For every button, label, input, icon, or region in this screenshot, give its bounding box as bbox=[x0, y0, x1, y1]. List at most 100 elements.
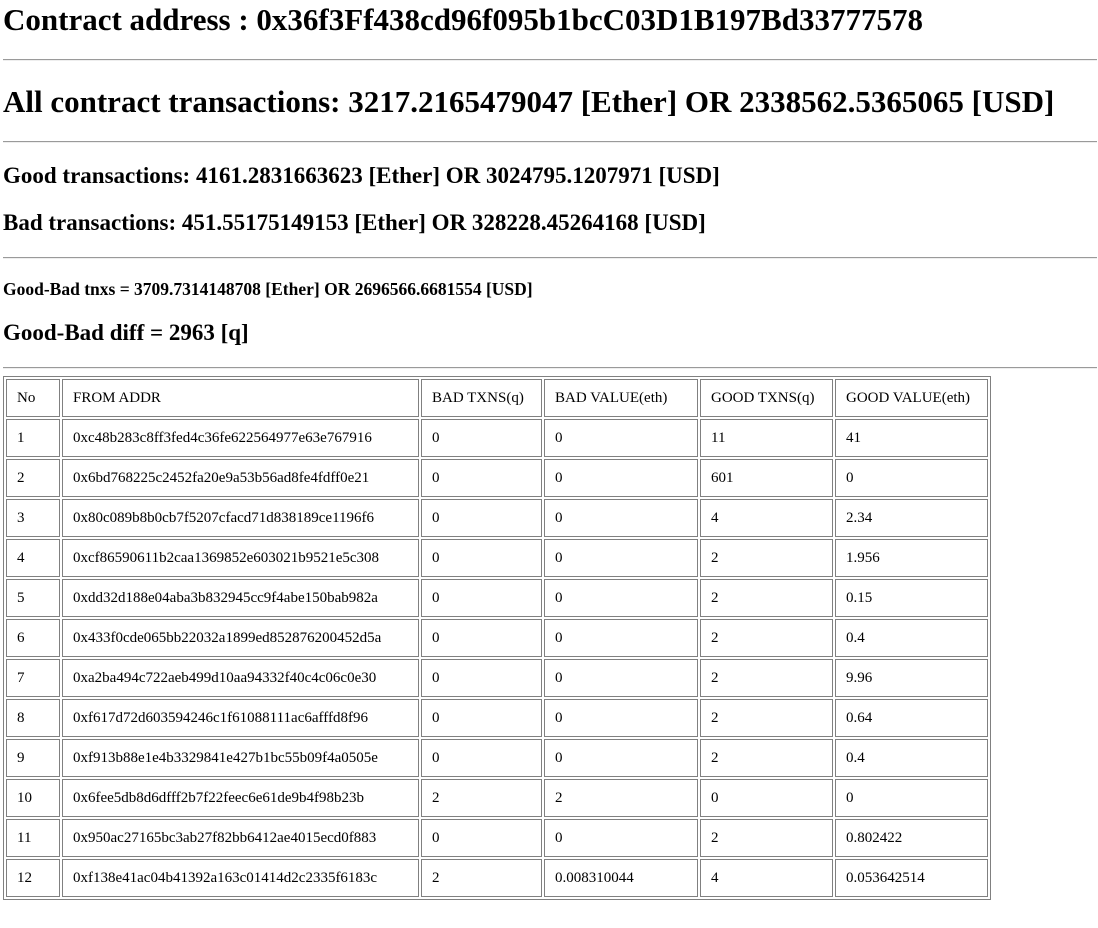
all-transactions-heading: All contract transactions: 3217.21654790… bbox=[3, 84, 1055, 119]
cell-good-txns: 2 bbox=[700, 619, 833, 657]
cell-good-value: 0.053642514 bbox=[835, 859, 988, 897]
table-row: 10 0x6fee5db8d6dfff2b7f22feec6e61de9b4f9… bbox=[6, 779, 988, 817]
table-row: 11 0x950ac27165bc3ab27f82bb6412ae4015ecd… bbox=[6, 819, 988, 857]
cell-bad-txns: 0 bbox=[421, 819, 542, 857]
cell-good-txns: 2 bbox=[700, 699, 833, 737]
cell-good-value: 0.4 bbox=[835, 619, 988, 657]
table-header-row: No FROM ADDR BAD TXNS(q) BAD VALUE(eth) … bbox=[6, 379, 988, 417]
cell-from-addr: 0xa2ba494c722aeb499d10aa94332f40c4c06c0e… bbox=[62, 659, 419, 697]
transactions-table: No FROM ADDR BAD TXNS(q) BAD VALUE(eth) … bbox=[3, 376, 991, 900]
column-header-from-addr: FROM ADDR bbox=[62, 379, 419, 417]
cell-no: 6 bbox=[6, 619, 60, 657]
bad-transactions-heading: Bad transactions: 451.55175149153 [Ether… bbox=[3, 210, 706, 235]
table-body: 1 0xc48b283c8ff3fed4c36fe622564977e63e76… bbox=[6, 419, 988, 897]
cell-bad-value: 0 bbox=[544, 499, 698, 537]
cell-from-addr: 0x950ac27165bc3ab27f82bb6412ae4015ecd0f8… bbox=[62, 819, 419, 857]
contract-address-heading: Contract address : 0x36f3Ff438cd96f095b1… bbox=[3, 2, 923, 37]
cell-good-value: 0.802422 bbox=[835, 819, 988, 857]
divider bbox=[3, 59, 1097, 61]
cell-no: 8 bbox=[6, 699, 60, 737]
cell-bad-txns: 2 bbox=[421, 859, 542, 897]
table-row: 8 0xf617d72d603594246c1f61088111ac6afffd… bbox=[6, 699, 988, 737]
cell-good-txns: 0 bbox=[700, 779, 833, 817]
table-row: 1 0xc48b283c8ff3fed4c36fe622564977e63e76… bbox=[6, 419, 988, 457]
cell-bad-txns: 0 bbox=[421, 579, 542, 617]
column-header-bad-value: BAD VALUE(eth) bbox=[544, 379, 698, 417]
cell-bad-txns: 0 bbox=[421, 659, 542, 697]
cell-bad-txns: 0 bbox=[421, 459, 542, 497]
cell-from-addr: 0x80c089b8b0cb7f5207cfacd71d838189ce1196… bbox=[62, 499, 419, 537]
cell-from-addr: 0xf617d72d603594246c1f61088111ac6afffd8f… bbox=[62, 699, 419, 737]
cell-good-value: 0 bbox=[835, 779, 988, 817]
cell-bad-txns: 0 bbox=[421, 619, 542, 657]
cell-bad-value: 0.008310044 bbox=[544, 859, 698, 897]
cell-good-value: 9.96 bbox=[835, 659, 988, 697]
cell-good-value: 2.34 bbox=[835, 499, 988, 537]
cell-no: 2 bbox=[6, 459, 60, 497]
page: Contract address : 0x36f3Ff438cd96f095b1… bbox=[0, 0, 1098, 928]
cell-bad-txns: 0 bbox=[421, 739, 542, 777]
cell-bad-value: 0 bbox=[544, 459, 698, 497]
cell-good-txns: 4 bbox=[700, 859, 833, 897]
good-bad-tnxs-heading: Good-Bad tnxs = 3709.7314148708 [Ether] … bbox=[3, 279, 533, 299]
table-row: 6 0x433f0cde065bb22032a1899ed85287620045… bbox=[6, 619, 988, 657]
cell-bad-txns: 0 bbox=[421, 699, 542, 737]
cell-no: 7 bbox=[6, 659, 60, 697]
cell-good-value: 0 bbox=[835, 459, 988, 497]
table-row: 3 0x80c089b8b0cb7f5207cfacd71d838189ce11… bbox=[6, 499, 988, 537]
table-row: 2 0x6bd768225c2452fa20e9a53b56ad8fe4fdff… bbox=[6, 459, 988, 497]
cell-bad-value: 0 bbox=[544, 659, 698, 697]
cell-no: 3 bbox=[6, 499, 60, 537]
cell-from-addr: 0x6bd768225c2452fa20e9a53b56ad8fe4fdff0e… bbox=[62, 459, 419, 497]
cell-bad-value: 0 bbox=[544, 579, 698, 617]
table-row: 4 0xcf86590611b2caa1369852e603021b9521e5… bbox=[6, 539, 988, 577]
cell-bad-value: 0 bbox=[544, 819, 698, 857]
divider bbox=[3, 367, 1097, 369]
cell-no: 11 bbox=[6, 819, 60, 857]
good-transactions-heading: Good transactions: 4161.2831663623 [Ethe… bbox=[3, 163, 720, 188]
cell-good-txns: 2 bbox=[700, 539, 833, 577]
divider bbox=[3, 141, 1097, 143]
cell-good-value: 41 bbox=[835, 419, 988, 457]
cell-from-addr: 0xc48b283c8ff3fed4c36fe622564977e63e7679… bbox=[62, 419, 419, 457]
cell-good-value: 0.15 bbox=[835, 579, 988, 617]
divider bbox=[3, 257, 1097, 259]
cell-good-txns: 11 bbox=[700, 419, 833, 457]
cell-no: 12 bbox=[6, 859, 60, 897]
cell-bad-value: 0 bbox=[544, 539, 698, 577]
cell-good-txns: 601 bbox=[700, 459, 833, 497]
cell-good-txns: 2 bbox=[700, 819, 833, 857]
table-row: 5 0xdd32d188e04aba3b832945cc9f4abe150bab… bbox=[6, 579, 988, 617]
cell-from-addr: 0xf138e41ac04b41392a163c01414d2c2335f618… bbox=[62, 859, 419, 897]
cell-good-value: 0.4 bbox=[835, 739, 988, 777]
cell-bad-txns: 0 bbox=[421, 539, 542, 577]
cell-good-txns: 2 bbox=[700, 579, 833, 617]
cell-bad-value: 0 bbox=[544, 619, 698, 657]
cell-from-addr: 0xcf86590611b2caa1369852e603021b9521e5c3… bbox=[62, 539, 419, 577]
cell-bad-txns: 0 bbox=[421, 419, 542, 457]
cell-bad-value: 0 bbox=[544, 419, 698, 457]
cell-bad-txns: 0 bbox=[421, 499, 542, 537]
cell-bad-value: 0 bbox=[544, 699, 698, 737]
column-header-good-txns: GOOD TXNS(q) bbox=[700, 379, 833, 417]
table-row: 9 0xf913b88e1e4b3329841e427b1bc55b09f4a0… bbox=[6, 739, 988, 777]
cell-no: 10 bbox=[6, 779, 60, 817]
cell-good-txns: 2 bbox=[700, 739, 833, 777]
cell-no: 5 bbox=[6, 579, 60, 617]
cell-from-addr: 0x433f0cde065bb22032a1899ed852876200452d… bbox=[62, 619, 419, 657]
table-row: 12 0xf138e41ac04b41392a163c01414d2c2335f… bbox=[6, 859, 988, 897]
cell-no: 9 bbox=[6, 739, 60, 777]
cell-bad-value: 2 bbox=[544, 779, 698, 817]
column-header-no: No bbox=[6, 379, 60, 417]
cell-good-value: 1.956 bbox=[835, 539, 988, 577]
cell-bad-value: 0 bbox=[544, 739, 698, 777]
cell-from-addr: 0x6fee5db8d6dfff2b7f22feec6e61de9b4f98b2… bbox=[62, 779, 419, 817]
cell-good-txns: 2 bbox=[700, 659, 833, 697]
cell-from-addr: 0xf913b88e1e4b3329841e427b1bc55b09f4a050… bbox=[62, 739, 419, 777]
column-header-good-value: GOOD VALUE(eth) bbox=[835, 379, 988, 417]
table-row: 7 0xa2ba494c722aeb499d10aa94332f40c4c06c… bbox=[6, 659, 988, 697]
good-bad-diff-heading: Good-Bad diff = 2963 [q] bbox=[3, 320, 249, 345]
cell-good-value: 0.64 bbox=[835, 699, 988, 737]
cell-good-txns: 4 bbox=[700, 499, 833, 537]
cell-no: 4 bbox=[6, 539, 60, 577]
